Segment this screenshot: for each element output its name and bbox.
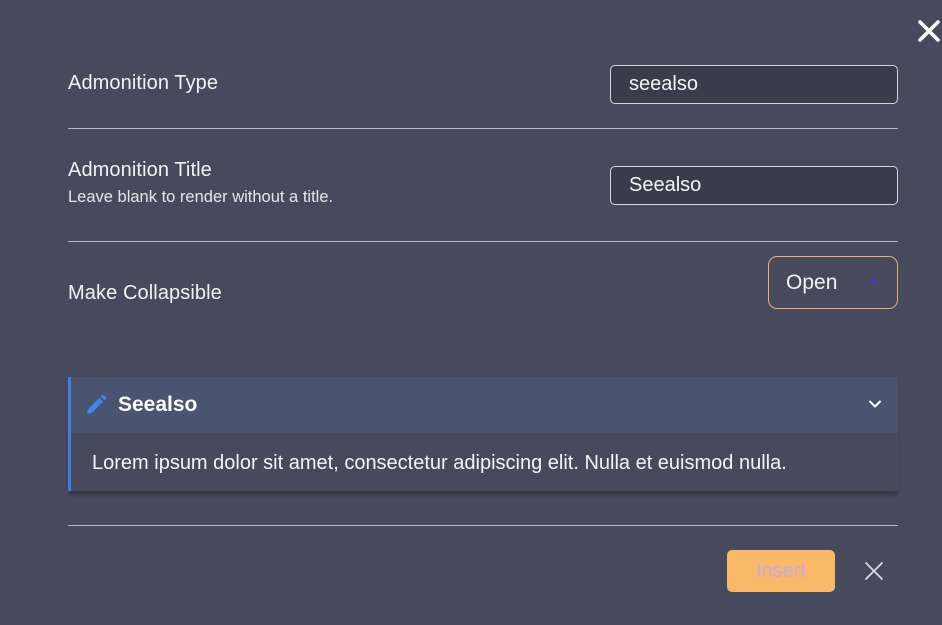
admonition-title-input[interactable] [610, 166, 898, 205]
divider [68, 128, 898, 129]
dropdown-selected-value: Open [786, 270, 838, 294]
collapsible-dropdown[interactable]: Open [768, 256, 898, 309]
admonition-preview: Seealso Lorem ipsum dolor sit amet, cons… [68, 377, 898, 491]
divider [68, 241, 898, 242]
admonition-preview-body: Lorem ipsum dolor sit amet, consectetur … [92, 452, 787, 474]
admonition-preview-title: Seealso [118, 393, 198, 416]
setting-make-collapsible: Make Collapsible Open [68, 256, 898, 309]
admonition-modal: Admonition Type Admonition Title Leave b… [0, 0, 942, 625]
pencil-icon [87, 394, 107, 414]
setting-admonition-title: Admonition Title Leave blank to render w… [68, 159, 898, 207]
insert-button[interactable]: Insert [727, 550, 835, 592]
admonition-type-input[interactable] [610, 65, 898, 104]
admonition-preview-title-bar[interactable]: Seealso [71, 377, 898, 433]
chevron-down-icon[interactable] [868, 399, 882, 409]
caret-down-icon [869, 279, 879, 285]
modal-close-icon[interactable] [916, 18, 942, 44]
divider [68, 525, 898, 526]
close-icon[interactable] [864, 561, 884, 581]
setting-admonition-type: Admonition Type [68, 65, 898, 104]
